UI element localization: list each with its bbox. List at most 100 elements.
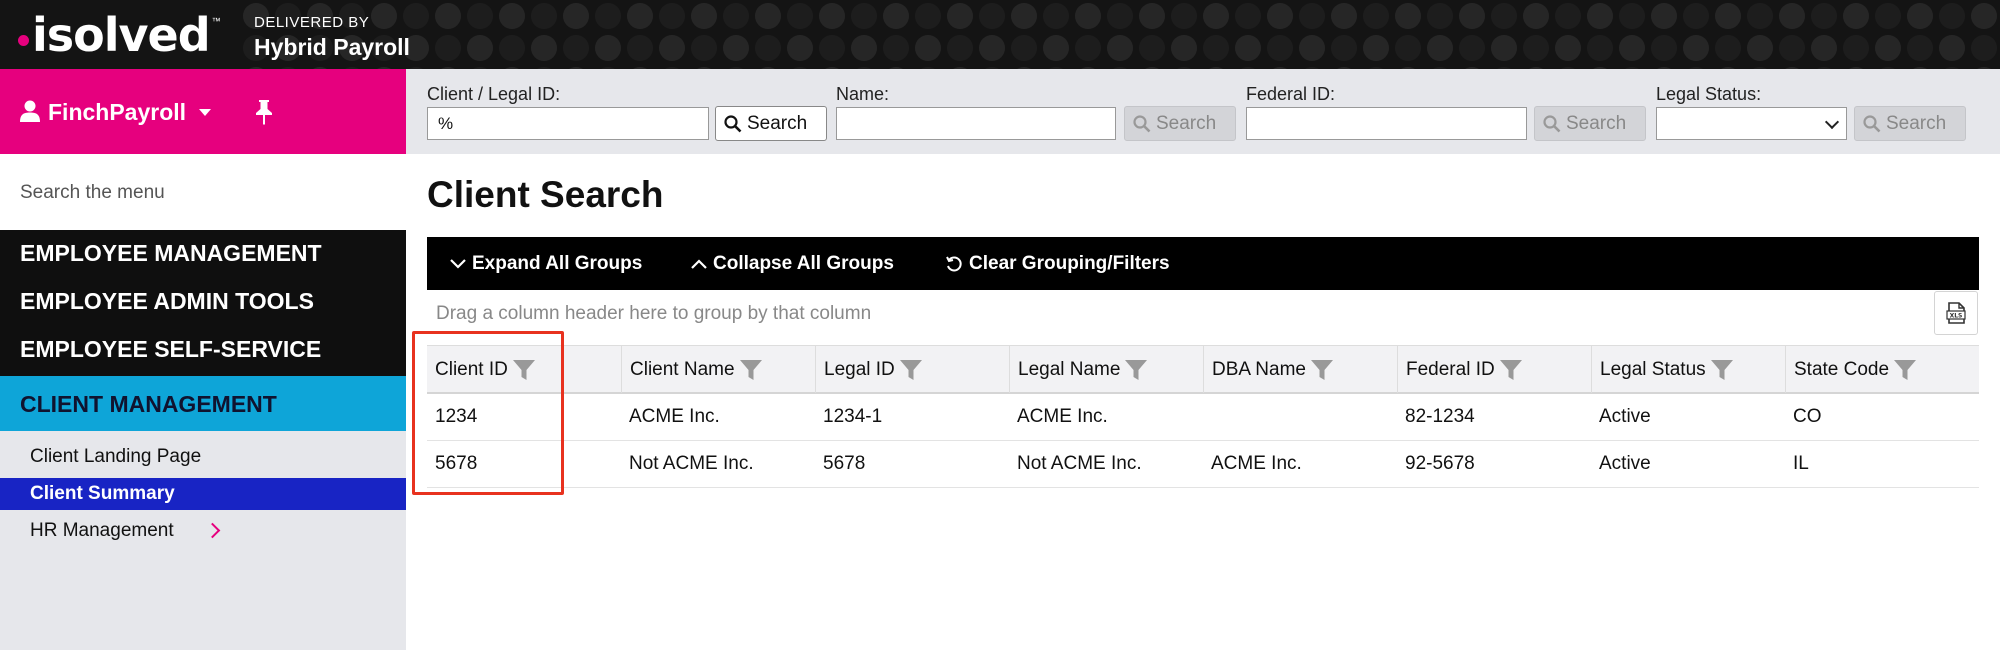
top-header: isolved ™ DELIVERED BY Hybrid Payroll [0,0,2000,69]
client-legal-id-input[interactable] [427,107,709,140]
chevron-right-icon [204,522,221,539]
clear-grouping-filters-label: Clear Grouping/Filters [969,252,1170,274]
filter-icon[interactable] [512,359,536,381]
col-header-label: State Code [1794,358,1890,380]
cell-client-id[interactable]: 1234 [427,394,477,440]
clear-grouping-filters-button[interactable]: Clear Grouping/Filters [945,237,1170,290]
pin-icon[interactable] [254,99,274,125]
chevron-down-icon [1824,114,1840,130]
cell-federal-id[interactable]: 82-1234 [1397,394,1475,440]
cell-client-id[interactable]: 5678 [427,441,477,487]
cell-legal-id[interactable]: 1234-1 [815,394,882,440]
col-header-client-id[interactable]: Client ID [427,346,621,393]
export-xls-icon: XLS [1946,302,1966,324]
filter-icon[interactable] [739,359,763,381]
expand-all-groups-button[interactable]: Expand All Groups [450,237,642,290]
federal-id-search-button[interactable]: Search [1534,106,1646,141]
filter-icon[interactable] [1710,359,1734,381]
menu-search-input[interactable] [0,154,406,231]
col-header-label: DBA Name [1212,358,1306,380]
isolved-logo[interactable]: isolved ™ [18,10,221,60]
sidebar-item-client-summary[interactable]: Client Summary [0,478,406,510]
cell-client-name[interactable]: ACME Inc. [621,394,720,440]
filter-icon[interactable] [1499,359,1523,381]
page-title: Client Search [427,174,664,215]
search-button-label: Search [1886,112,1947,134]
col-header-client-name[interactable]: Client Name [621,346,815,393]
menu-section-list: EMPLOYEE MANAGEMENT EMPLOYEE ADMIN TOOLS… [0,230,406,376]
search-icon [1543,114,1561,132]
cell-state-code[interactable]: IL [1785,441,1809,487]
search-button-label: Search [1156,112,1217,134]
table-row[interactable]: 1234 ACME Inc. 1234-1 ACME Inc. 82-1234 … [427,394,1979,441]
col-header-state-code[interactable]: State Code [1785,346,1979,393]
filter-icon[interactable] [1310,359,1334,381]
col-header-label: Federal ID [1406,358,1495,380]
trademark-mark: ™ [211,16,221,26]
menu-client-management[interactable]: CLIENT MANAGEMENT [0,376,406,431]
collapse-all-groups-label: Collapse All Groups [713,252,894,274]
logo-dot-icon [18,34,29,46]
col-header-federal-id[interactable]: Federal ID [1397,346,1591,393]
cell-legal-id[interactable]: 5678 [815,441,865,487]
search-panel: Client / Legal ID: Search Name: Search F… [406,69,2000,154]
client-id-search-button[interactable]: Search [715,106,827,141]
search-button-label: Search [747,112,808,134]
col-header-legal-status[interactable]: Legal Status [1591,346,1785,393]
filter-icon[interactable] [899,359,923,381]
cell-dba-name[interactable] [1203,394,1211,440]
chevron-up-icon [691,258,707,269]
filter-icon[interactable] [1893,359,1917,381]
col-header-dba-name[interactable]: DBA Name [1203,346,1397,393]
cell-federal-id[interactable]: 92-5678 [1397,441,1475,487]
cell-legal-name[interactable]: ACME Inc. [1009,394,1108,440]
federal-id-label: Federal ID: [1246,84,1336,104]
col-header-legal-id[interactable]: Legal ID [815,346,1009,393]
filter-icon[interactable] [1124,359,1148,381]
cell-state-code[interactable]: CO [1785,394,1822,440]
sidebar-item-hr-management[interactable]: HR Management [0,515,406,547]
group-drop-hint: Drag a column header here to group by th… [436,303,872,324]
name-input[interactable] [836,107,1116,140]
collapse-all-groups-button[interactable]: Collapse All Groups [691,237,894,290]
export-excel-button[interactable]: XLS [1934,291,1978,335]
sidebar: FinchPayroll EMPLOYEE MANAGEMENT EMPLOYE… [0,69,406,650]
col-header-legal-name[interactable]: Legal Name [1009,346,1203,393]
legal-status-select[interactable] [1656,107,1847,140]
legal-status-search-button[interactable]: Search [1854,106,1966,141]
cell-legal-status[interactable]: Active [1591,441,1651,487]
col-header-label: Legal ID [824,358,895,380]
legal-status-label: Legal Status: [1656,84,1762,104]
cell-legal-status[interactable]: Active [1591,394,1651,440]
chevron-down-icon [450,258,466,269]
search-button-label: Search [1566,112,1627,134]
grid-toolbar: Expand All Groups Collapse All Groups Cl… [427,237,1979,290]
federal-id-input[interactable] [1246,107,1527,140]
client-legal-id-label: Client / Legal ID: [427,84,561,104]
grid-header: Client ID Client Name Legal ID Legal Nam… [427,345,1979,394]
menu-employee-self-service[interactable]: EMPLOYEE SELF-SERVICE [20,335,321,363]
col-header-label: Legal Status [1600,358,1706,380]
cell-dba-name[interactable]: ACME Inc. [1203,441,1302,487]
col-header-label: Legal Name [1018,358,1121,380]
logo-text: isolved [32,8,211,62]
search-icon [1863,114,1881,132]
name-search-button[interactable]: Search [1124,106,1236,141]
reset-icon [946,255,962,271]
cell-client-name[interactable]: Not ACME Inc. [621,441,754,487]
user-menu-button[interactable]: FinchPayroll [48,99,186,125]
user-icon [20,100,40,122]
menu-employee-management[interactable]: EMPLOYEE MANAGEMENT [20,239,322,267]
chevron-down-icon[interactable] [199,109,211,116]
product-name: Hybrid Payroll [254,34,410,60]
col-header-label: Client Name [630,358,735,380]
header-pattern [240,0,2000,69]
sidebar-item-client-landing-page[interactable]: Client Landing Page [0,441,406,473]
table-row[interactable]: 5678 Not ACME Inc. 5678 Not ACME Inc. AC… [427,441,1979,488]
name-label: Name: [836,84,890,104]
user-bar: FinchPayroll [0,69,406,154]
cell-legal-name[interactable]: Not ACME Inc. [1009,441,1142,487]
menu-employee-admin-tools[interactable]: EMPLOYEE ADMIN TOOLS [20,287,314,315]
menu-client-management-label: CLIENT MANAGEMENT [20,391,277,417]
search-icon [1133,114,1151,132]
